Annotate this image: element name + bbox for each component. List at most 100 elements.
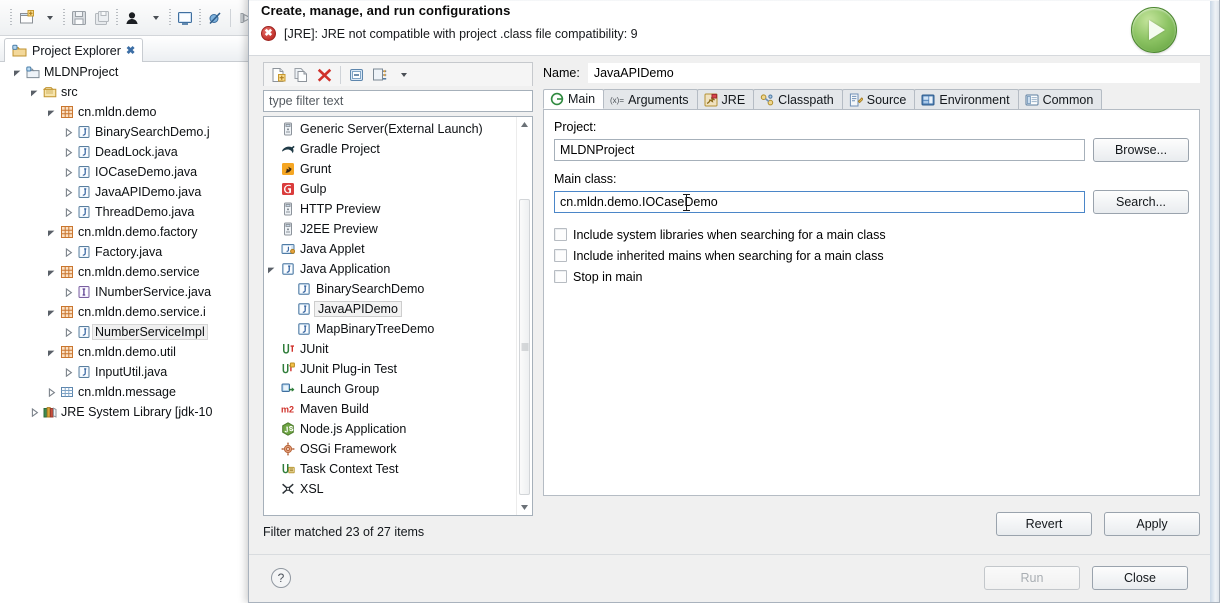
tree-row[interactable]: DeadLock.java	[0, 142, 247, 162]
checkbox-row[interactable]: Stop in main	[554, 266, 1189, 287]
configuration-type-row[interactable]: BinarySearchDemo	[264, 279, 516, 299]
list-vertical-scrollbar[interactable]	[516, 117, 532, 515]
tree-twisty-expanded-icon[interactable]	[44, 228, 58, 237]
tree-twisty-collapsed-icon[interactable]	[44, 387, 58, 397]
run-launch-icon[interactable]	[1131, 7, 1177, 53]
configuration-type-row[interactable]: JUnit	[264, 339, 516, 359]
configuration-type-row[interactable]: Java Application	[264, 259, 516, 279]
tree-row[interactable]: BinarySearchDemo.j	[0, 122, 247, 142]
save-all-icon[interactable]	[91, 7, 113, 29]
person-icon[interactable]	[121, 7, 143, 29]
tab-environment[interactable]: Environment	[914, 89, 1019, 109]
tree-row[interactable]: src	[0, 82, 247, 102]
filter-input[interactable]: type filter text	[263, 90, 533, 112]
configuration-type-row[interactable]: JavaAPIDemo	[264, 299, 516, 319]
tree-twisty-expanded-icon[interactable]	[10, 68, 24, 77]
tree-twisty-collapsed-icon[interactable]	[61, 247, 75, 257]
list-twisty-expanded-icon[interactable]	[264, 265, 278, 274]
configuration-type-row[interactable]: HTTP Preview	[264, 199, 516, 219]
tree-twisty-collapsed-icon[interactable]	[61, 367, 75, 377]
tab-arguments[interactable]: (x)= Arguments	[603, 89, 698, 109]
tab-classpath[interactable]: Classpath	[753, 89, 843, 109]
skip-breakpoints-icon[interactable]	[204, 7, 226, 29]
checkbox-icon[interactable]	[554, 270, 567, 283]
tab-source[interactable]: Source	[841, 89, 916, 109]
toolbar-drag-handle-4[interactable]	[169, 8, 171, 27]
tree-row[interactable]: NumberServiceImpl	[0, 322, 247, 342]
apply-button[interactable]: Apply	[1104, 512, 1200, 536]
scrollbar-thumb[interactable]	[519, 199, 530, 495]
tree-twisty-expanded-icon[interactable]	[27, 88, 41, 97]
configuration-types-list[interactable]: Generic Server(External Launch) Gradle Pr…	[263, 116, 533, 516]
tree-row[interactable]: ThreadDemo.java	[0, 202, 247, 222]
revert-button[interactable]: Revert	[996, 512, 1092, 536]
configuration-type-row[interactable]: Generic Server(External Launch)	[264, 119, 516, 139]
configuration-type-row[interactable]: Grunt	[264, 159, 516, 179]
toolbar-drag-handle-3[interactable]	[116, 8, 118, 27]
project-tree[interactable]: MLDNProject src cn.mldn.demo BinarySearchDe…	[0, 62, 247, 603]
filter-icon[interactable]	[370, 65, 390, 85]
tab-common[interactable]: Common	[1017, 89, 1103, 109]
tree-twisty-collapsed-icon[interactable]	[61, 327, 75, 337]
tree-row[interactable]: cn.mldn.message	[0, 382, 247, 402]
close-icon[interactable]: ✖	[126, 44, 135, 57]
toolbar-dropdown-caret[interactable]	[38, 7, 60, 29]
tree-twisty-expanded-icon[interactable]	[44, 108, 58, 117]
tree-twisty-collapsed-icon[interactable]	[61, 167, 75, 177]
tree-twisty-collapsed-icon[interactable]	[61, 127, 75, 137]
filter-dropdown-caret[interactable]	[393, 65, 413, 85]
person-dropdown-caret[interactable]	[144, 7, 166, 29]
tree-row[interactable]: InputUtil.java	[0, 362, 247, 382]
tree-twisty-expanded-icon[interactable]	[44, 308, 58, 317]
configuration-type-row[interactable]: J2EE Preview	[264, 219, 516, 239]
tree-row[interactable]: cn.mldn.demo.service	[0, 262, 247, 282]
toolbar-drag-handle-2[interactable]	[63, 8, 65, 27]
configuration-type-row[interactable]: Gulp	[264, 179, 516, 199]
configuration-type-row[interactable]: Gradle Project	[264, 139, 516, 159]
close-button[interactable]: Close	[1092, 566, 1188, 590]
toolbar-drag-handle[interactable]	[10, 8, 12, 27]
tree-row[interactable]: INumberService.java	[0, 282, 247, 302]
tree-row[interactable]: cn.mldn.demo.util	[0, 342, 247, 362]
configuration-type-row[interactable]: JUnit Plug-in Test	[264, 359, 516, 379]
configuration-type-row[interactable]: Node.js Application	[264, 419, 516, 439]
tree-row[interactable]: cn.mldn.demo.factory	[0, 222, 247, 242]
duplicate-icon[interactable]	[291, 65, 311, 85]
tree-twisty-collapsed-icon[interactable]	[27, 407, 41, 417]
project-input[interactable]: MLDNProject	[554, 139, 1085, 161]
checkbox-row[interactable]: Include inherited mains when searching f…	[554, 245, 1189, 266]
tab-jre[interactable]: JRE	[696, 89, 755, 109]
tree-twisty-collapsed-icon[interactable]	[61, 147, 75, 157]
new-launch-configuration-icon[interactable]	[268, 65, 288, 85]
collapse-all-icon[interactable]	[347, 65, 367, 85]
run-button[interactable]: Run	[984, 566, 1080, 590]
name-input[interactable]: JavaAPIDemo	[587, 63, 1200, 83]
toolbar-drag-handle-5[interactable]	[199, 8, 201, 27]
tree-row[interactable]: JavaAPIDemo.java	[0, 182, 247, 202]
main-class-input[interactable]: cn.mldn.demo.IOCaseDemo	[554, 191, 1085, 213]
tree-twisty-collapsed-icon[interactable]	[61, 207, 75, 217]
new-wizard-icon[interactable]	[15, 7, 37, 29]
scroll-down-arrow-icon[interactable]	[517, 500, 532, 515]
configuration-type-row[interactable]: XSL	[264, 479, 516, 499]
tree-row[interactable]: cn.mldn.demo.service.i	[0, 302, 247, 322]
checkbox-icon[interactable]	[554, 228, 567, 241]
help-question-icon[interactable]: ?	[271, 568, 291, 588]
configuration-type-row[interactable]: Task Context Test	[264, 459, 516, 479]
search-button[interactable]: Search...	[1093, 190, 1189, 214]
configuration-type-row[interactable]: Launch Group	[264, 379, 516, 399]
tree-twisty-expanded-icon[interactable]	[44, 348, 58, 357]
configuration-type-row[interactable]: MapBinaryTreeDemo	[264, 319, 516, 339]
tree-row[interactable]: cn.mldn.demo	[0, 102, 247, 122]
tree-twisty-expanded-icon[interactable]	[44, 268, 58, 277]
browse-button[interactable]: Browse...	[1093, 138, 1189, 162]
save-icon[interactable]	[68, 7, 90, 29]
tree-twisty-collapsed-icon[interactable]	[61, 287, 75, 297]
view-tab-project-explorer[interactable]: Project Explorer ✖	[4, 38, 144, 62]
tree-row[interactable]: Factory.java	[0, 242, 247, 262]
scroll-up-arrow-icon[interactable]	[517, 117, 532, 132]
delete-icon[interactable]	[314, 65, 334, 85]
configuration-type-row[interactable]: m2 Maven Build	[264, 399, 516, 419]
tree-row[interactable]: IOCaseDemo.java	[0, 162, 247, 182]
tab-strip[interactable]: Main (x)= Arguments JRE Classpath Source Envir…	[543, 89, 1200, 110]
